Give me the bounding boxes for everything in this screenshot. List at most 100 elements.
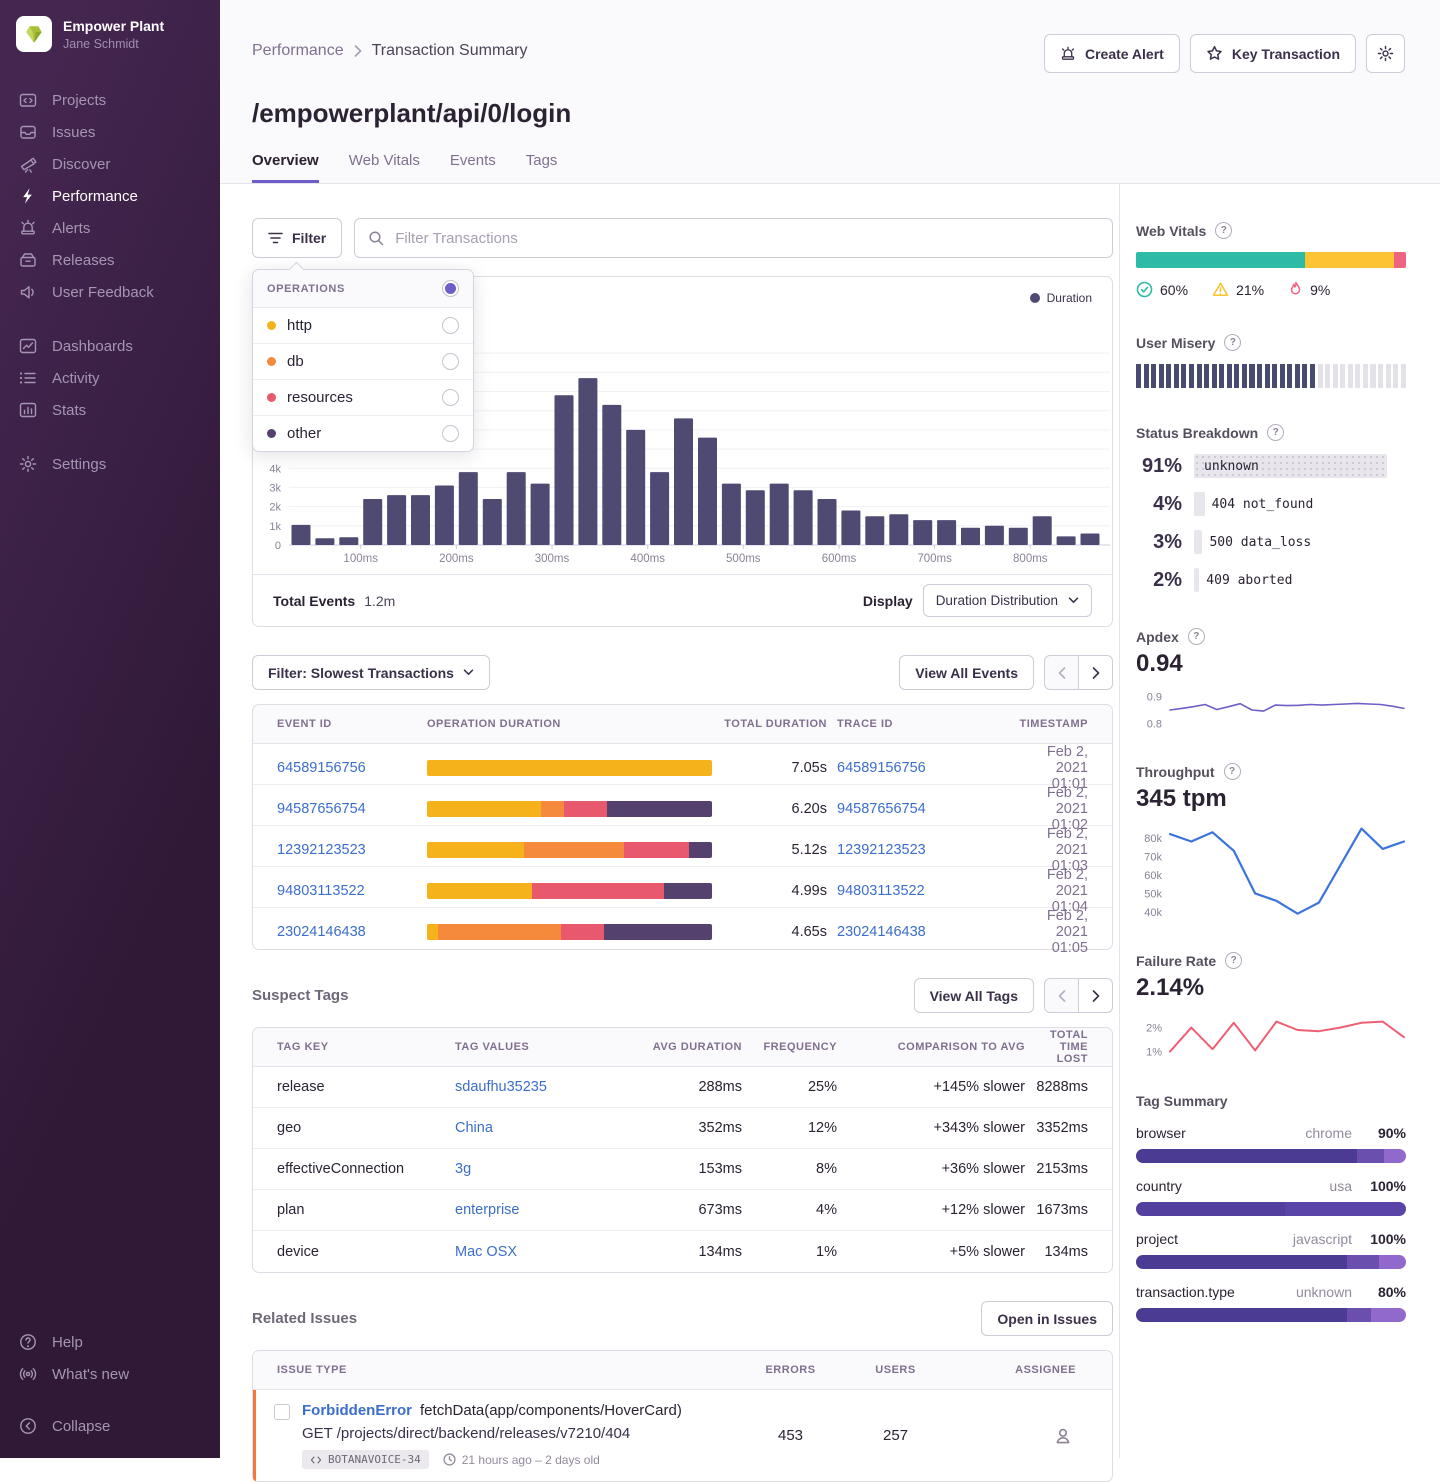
tag-value-link[interactable]: China: [455, 1120, 627, 1136]
tag-avg-duration: 673ms: [637, 1202, 742, 1218]
trace-id-link[interactable]: 12392123523: [837, 842, 1009, 858]
operation-option-db[interactable]: db: [253, 344, 473, 380]
tab-overview[interactable]: Overview: [252, 152, 319, 183]
suspect-tag-row: effectiveConnection3g153ms8%+36% slower2…: [253, 1149, 1112, 1190]
gear-icon: [1377, 45, 1394, 62]
operation-option-label: db: [287, 353, 304, 370]
releases-icon: [19, 251, 37, 269]
key-transaction-button[interactable]: Key Transaction: [1190, 34, 1356, 73]
tags-next-page-button[interactable]: [1078, 978, 1113, 1013]
event-id-link[interactable]: 94587656754: [277, 801, 417, 817]
create-alert-button[interactable]: Create Alert: [1044, 34, 1180, 73]
operation-option-radio[interactable]: [442, 389, 459, 406]
web-vitals-segment: [1136, 252, 1305, 268]
http-color-dot-icon: [267, 321, 276, 330]
trace-id-link[interactable]: 94803113522: [837, 883, 1009, 899]
settings-gear-button[interactable]: [1366, 34, 1405, 73]
trace-id-link[interactable]: 23024146438: [837, 924, 1009, 940]
operations-all-radio[interactable]: [442, 280, 459, 297]
view-all-events-button[interactable]: View All Events: [899, 655, 1034, 690]
tag-summary-bar[interactable]: [1136, 1308, 1406, 1322]
operation-option-radio[interactable]: [442, 317, 459, 334]
sidebar-item-performance[interactable]: Performance: [0, 180, 220, 212]
user-misery-help-icon[interactable]: ?: [1224, 334, 1241, 351]
display-select[interactable]: Duration Distribution: [923, 584, 1092, 617]
open-in-issues-button[interactable]: Open in Issues: [981, 1301, 1113, 1336]
failure-rate-help-icon[interactable]: ?: [1225, 952, 1242, 969]
event-id-link[interactable]: 94803113522: [277, 883, 417, 899]
issue-error-type-link[interactable]: ForbiddenError: [302, 1402, 412, 1419]
events-filter-select[interactable]: Filter: Slowest Transactions: [252, 655, 490, 690]
web-vitals-help-icon[interactable]: ?: [1215, 222, 1232, 239]
sidebar-item-user-feedback[interactable]: User Feedback: [0, 276, 220, 308]
opduration-db-segment: [524, 842, 624, 858]
event-row: 123921235235.12s12392123523Feb 2, 2021 0…: [253, 826, 1112, 867]
svg-text:0.8: 0.8: [1147, 719, 1162, 731]
sidebar-item-dashboards[interactable]: Dashboards: [0, 330, 220, 362]
tag-value-link[interactable]: Mac OSX: [455, 1244, 627, 1260]
sidebar-item-whats-new[interactable]: What's new: [0, 1358, 220, 1390]
sidebar-item-activity[interactable]: Activity: [0, 362, 220, 394]
db-color-dot-icon: [267, 357, 276, 366]
sidebar-item-alerts[interactable]: Alerts: [0, 212, 220, 244]
user-misery-segment: [1363, 364, 1368, 388]
operation-option-other[interactable]: other: [253, 416, 473, 451]
tab-events[interactable]: Events: [450, 152, 496, 183]
svg-text:0: 0: [275, 540, 281, 552]
tag-value-link[interactable]: 3g: [455, 1161, 627, 1177]
svg-text:500ms: 500ms: [726, 553, 761, 565]
throughput-help-icon[interactable]: ?: [1224, 763, 1241, 780]
sidebar-item-collapse[interactable]: Collapse: [0, 1410, 220, 1442]
issue-short-id-badge[interactable]: BOTANAVOICE-34: [302, 1450, 429, 1469]
tag-summary-top-value: chrome: [1305, 1125, 1352, 1141]
apdex-help-icon[interactable]: ?: [1188, 628, 1205, 645]
sidebar-item-issues[interactable]: Issues: [0, 116, 220, 148]
sidebar-item-settings[interactable]: Settings: [0, 448, 220, 480]
event-id-link[interactable]: 23024146438: [277, 924, 417, 940]
user-misery-segment: [1393, 364, 1398, 388]
sidebar-item-help[interactable]: Help: [0, 1326, 220, 1358]
operation-option-radio[interactable]: [442, 353, 459, 370]
tab-tags[interactable]: Tags: [526, 152, 558, 183]
status-breakdown-row: 3%500 data_loss: [1136, 530, 1406, 554]
events-table: EVENT IDOPERATION DURATIONTOTAL DURATION…: [252, 704, 1113, 950]
filter-button[interactable]: Filter: [252, 218, 342, 258]
sidebar-item-releases[interactable]: Releases: [0, 244, 220, 276]
operation-option-resources[interactable]: resources: [253, 380, 473, 416]
tag-summary-bar[interactable]: [1136, 1255, 1406, 1269]
sidebar-item-stats[interactable]: Stats: [0, 394, 220, 426]
issue-checkbox[interactable]: [274, 1404, 290, 1420]
status-breakdown-heading: Status Breakdown: [1136, 425, 1258, 441]
operation-option-http[interactable]: http: [253, 308, 473, 344]
opduration-http-segment: [427, 842, 524, 858]
sidebar-item-discover[interactable]: Discover: [0, 148, 220, 180]
tag-summary-bar[interactable]: [1136, 1149, 1406, 1163]
tag-value-link[interactable]: enterprise: [455, 1202, 627, 1218]
trace-id-link[interactable]: 94587656754: [837, 801, 1009, 817]
event-id-link[interactable]: 64589156756: [277, 760, 417, 776]
issue-row[interactable]: ForbiddenErrorfetchData(app/components/H…: [253, 1390, 1112, 1481]
status-breakdown-help-icon[interactable]: ?: [1267, 424, 1284, 441]
tag-summary-segment: [1136, 1308, 1347, 1322]
opduration-other-segment: [689, 842, 712, 858]
tags-prev-page-button[interactable]: [1044, 978, 1079, 1013]
user-misery-segment: [1302, 364, 1307, 388]
breadcrumb-performance[interactable]: Performance: [252, 42, 344, 60]
assignee-person-icon[interactable]: [1054, 1427, 1072, 1445]
org-name: Empower Plant: [63, 18, 164, 34]
tab-web-vitals[interactable]: Web Vitals: [349, 152, 420, 183]
events-prev-page-button[interactable]: [1044, 655, 1079, 690]
sidebar-item-projects[interactable]: Projects: [0, 84, 220, 116]
tag-value-link[interactable]: sdaufhu35235: [455, 1079, 627, 1095]
view-all-tags-button[interactable]: View All Tags: [914, 978, 1034, 1013]
operation-option-radio[interactable]: [442, 425, 459, 442]
events-next-page-button[interactable]: [1078, 655, 1113, 690]
tag-summary-bar[interactable]: [1136, 1202, 1406, 1216]
search-input[interactable]: [354, 218, 1113, 258]
svg-text:2%: 2%: [1146, 1023, 1162, 1035]
tag-summary-row: countryusa100%: [1136, 1178, 1406, 1216]
event-id-link[interactable]: 12392123523: [277, 842, 417, 858]
trace-id-link[interactable]: 64589156756: [837, 760, 1009, 776]
total-duration-value: 7.05s: [722, 760, 827, 776]
org-header[interactable]: Empower Plant Jane Schmidt: [0, 16, 220, 52]
